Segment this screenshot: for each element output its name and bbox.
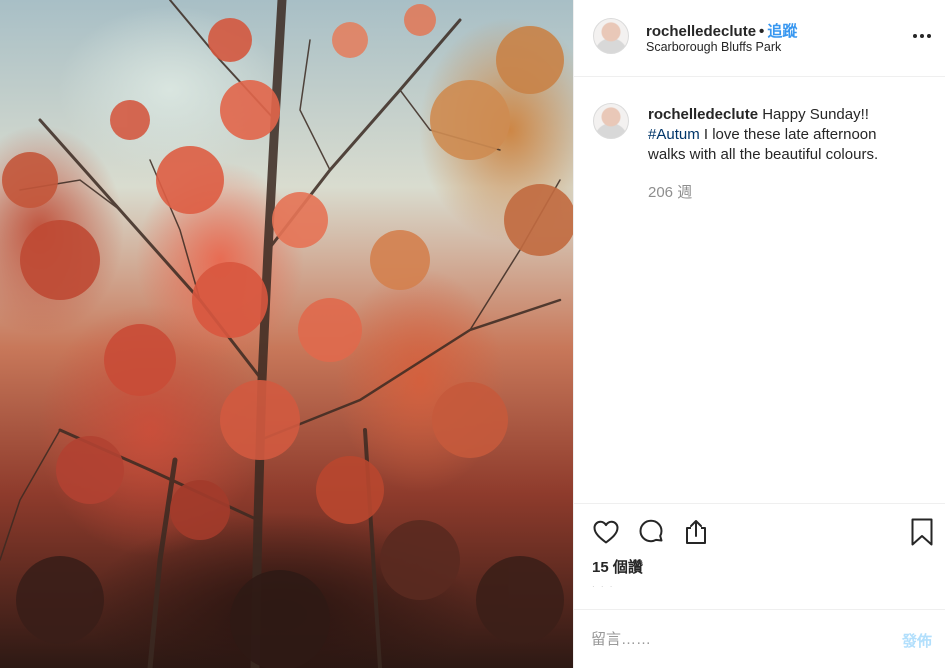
dot (913, 34, 917, 38)
location-link[interactable]: Scarborough Bluffs Park (646, 40, 781, 54)
header-user-line: rochelledeclute • 追蹤 (646, 20, 797, 41)
post-photo[interactable] (0, 0, 573, 668)
dot (927, 34, 931, 38)
post-time[interactable]: 206 週 (648, 181, 692, 202)
post-side-panel: rochelledeclute • 追蹤 Scarborough Bluffs Pa… (573, 0, 945, 668)
faint-text: · · · (592, 582, 615, 591)
author-username[interactable]: rochelledeclute (646, 23, 756, 40)
action-bar: 15 個讚 · · · (574, 503, 945, 609)
author-avatar[interactable] (593, 18, 629, 54)
dot (920, 34, 924, 38)
instagram-post: rochelledeclute • 追蹤 Scarborough Bluffs Pa… (0, 0, 945, 668)
post-header: rochelledeclute • 追蹤 Scarborough Bluffs Pa… (574, 0, 945, 77)
comment-icon[interactable] (636, 517, 666, 547)
post-comment-button[interactable]: 發佈 (902, 630, 932, 651)
caption-username[interactable]: rochelledeclute (648, 106, 758, 123)
autumn-tree-image (0, 0, 573, 668)
more-options-icon[interactable] (912, 28, 932, 44)
add-comment-bar: 發佈 (574, 609, 945, 668)
caption-text-before: Happy Sunday!! (762, 106, 869, 123)
like-count[interactable]: 15 個讚 (592, 556, 643, 577)
comment-input[interactable] (591, 628, 881, 650)
share-icon[interactable] (681, 517, 711, 547)
caption-text: rochelledeclute Happy Sunday!! #Autum I … (648, 105, 918, 165)
follow-button[interactable]: 追蹤 (767, 23, 797, 40)
caption-avatar[interactable] (593, 103, 629, 139)
hashtag-link[interactable]: #Autum (648, 126, 700, 143)
bookmark-icon[interactable] (907, 517, 937, 547)
heart-icon[interactable] (591, 517, 621, 547)
separator-dot: • (759, 23, 765, 40)
